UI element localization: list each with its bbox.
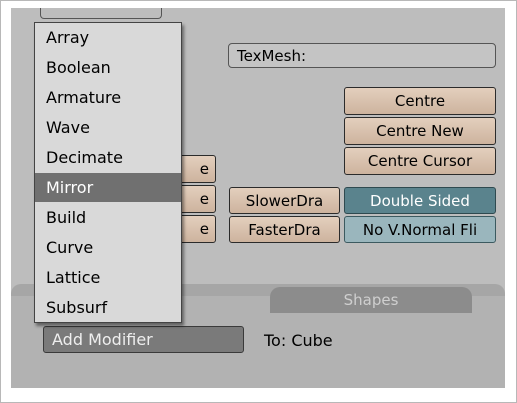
- menu-item-mirror[interactable]: Mirror: [35, 173, 181, 202]
- menu-item-curve[interactable]: Curve: [35, 233, 181, 262]
- menu-item-lattice[interactable]: Lattice: [35, 263, 181, 292]
- menu-item-label: Wave: [46, 118, 90, 137]
- faster-draw-button[interactable]: FasterDra: [229, 216, 340, 243]
- tab-shapes-label: Shapes: [343, 291, 399, 309]
- texmesh-field[interactable]: TexMesh:: [228, 43, 496, 68]
- menu-item-label: Mirror: [46, 178, 94, 197]
- centre-button-label: Centre: [394, 92, 446, 110]
- menu-item-subsurf[interactable]: Subsurf: [35, 293, 181, 322]
- slower-draw-label: SlowerDra: [245, 191, 324, 210]
- double-sided-label: Double Sided: [370, 191, 470, 210]
- menu-item-label: Decimate: [46, 148, 123, 167]
- partial-button-2-label: e: [199, 190, 209, 208]
- menu-item-armature[interactable]: Armature: [35, 83, 181, 112]
- centre-button[interactable]: Centre: [344, 87, 496, 115]
- menu-item-decimate[interactable]: Decimate: [35, 143, 181, 172]
- menu-item-label: Array: [46, 28, 90, 47]
- texmesh-label: TexMesh:: [237, 46, 307, 65]
- centre-cursor-button[interactable]: Centre Cursor: [344, 147, 496, 175]
- partial-button-1-label: e: [199, 160, 209, 178]
- menu-item-label: Subsurf: [46, 298, 108, 317]
- menu-item-wave[interactable]: Wave: [35, 113, 181, 142]
- centre-cursor-button-label: Centre Cursor: [367, 152, 473, 170]
- faster-draw-label: FasterDra: [248, 220, 321, 239]
- menu-item-build[interactable]: Build: [35, 203, 181, 232]
- modifier-target-label: To: Cube: [264, 331, 333, 350]
- panel-header-field: [40, 8, 162, 19]
- menu-item-label: Armature: [46, 88, 122, 107]
- tab-shapes[interactable]: Shapes: [270, 287, 472, 313]
- double-sided-toggle[interactable]: Double Sided: [344, 187, 496, 214]
- no-vnormal-flip-toggle[interactable]: No V.Normal Fli: [344, 216, 496, 243]
- slower-draw-button[interactable]: SlowerDra: [229, 187, 340, 214]
- menu-item-label: Boolean: [46, 58, 111, 77]
- add-modifier-menu-button[interactable]: Add Modifier: [43, 326, 244, 353]
- menu-item-label: Build: [46, 208, 87, 227]
- menu-item-boolean[interactable]: Boolean: [35, 53, 181, 82]
- centre-new-button-label: Centre New: [376, 122, 464, 140]
- menu-item-label: Curve: [46, 238, 94, 257]
- partial-button-3-label: e: [199, 220, 209, 238]
- menu-item-array[interactable]: Array: [35, 23, 181, 52]
- add-modifier-label: Add Modifier: [52, 330, 153, 349]
- centre-new-button[interactable]: Centre New: [344, 117, 496, 145]
- add-modifier-dropdown-menu: Array Boolean Armature Wave Decimate Mir…: [34, 22, 182, 323]
- no-vnormal-flip-label: No V.Normal Fli: [362, 220, 478, 239]
- menu-item-label: Lattice: [46, 268, 101, 287]
